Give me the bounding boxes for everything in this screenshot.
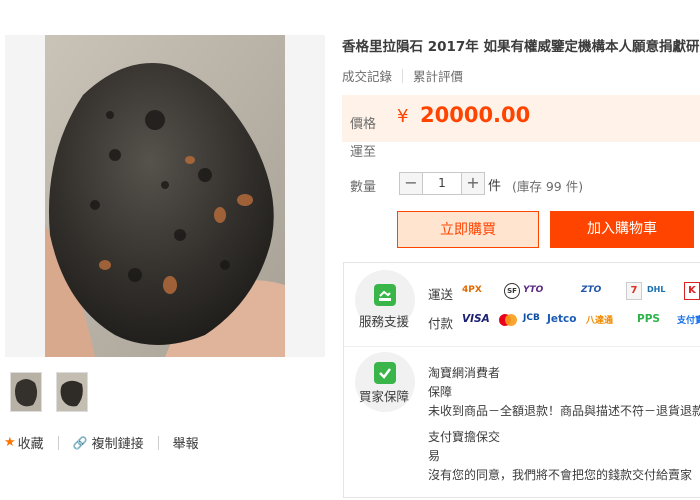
carrier-k-logo: K [684, 282, 700, 300]
service-support-label: 服務支援 [359, 314, 410, 329]
divider [402, 68, 404, 83]
jetco-logo: Jetco [547, 313, 577, 325]
report-link[interactable]: 舉報 [173, 433, 199, 452]
product-stats: 成交記錄 累計評價 [342, 66, 463, 85]
service-support-icon [374, 284, 396, 306]
carrier-zto-logo: ZTO [581, 285, 602, 295]
guarantee-text-2: 沒有您的同意，我們將不會把您的錢款交付給賣家 [428, 468, 693, 482]
thumbnail-2[interactable] [56, 372, 88, 412]
price-label: 價格 [350, 117, 377, 132]
octopus-logo: 八達通 [586, 316, 614, 326]
price-value: 20000.00 [420, 103, 531, 127]
buyer-protection-label: 買家保障 [359, 389, 410, 404]
quantity-stepper: − 1 + [399, 172, 485, 195]
visa-logo: VISA [462, 313, 490, 325]
link-icon: 🔗 [72, 435, 88, 450]
carrier-dhl-logo: DHL [647, 285, 666, 294]
thumbnail-1[interactable] [10, 372, 42, 412]
guarantee-text-1: 未收到商品－全額退款！商品與描述不符－退貨退款 [428, 404, 700, 418]
quantity-label: 數量 [350, 180, 377, 195]
mastercard-icon [497, 312, 519, 326]
guarantee-title-2b: 易 [428, 449, 441, 463]
favorite-link[interactable]: 收藏 [18, 433, 44, 452]
sales-record-link[interactable]: 成交記錄 [342, 66, 392, 85]
product-main-image[interactable] [5, 35, 325, 357]
decrease-button[interactable]: − [399, 172, 423, 195]
carrier-7eleven-logo: 7 [626, 282, 642, 300]
delivery-label: 運送 [428, 287, 454, 302]
stock-text: (庫存 99 件) [512, 179, 584, 194]
star-icon: ★ [4, 435, 16, 450]
copy-link[interactable]: 複制鏈接 [92, 433, 144, 452]
carrier-4px-logo: 4PX [462, 285, 482, 295]
add-to-cart-button[interactable]: 加入購物車 [550, 211, 694, 248]
item-actions: ★ 收藏 🔗 複制鏈接 舉報 [4, 433, 199, 452]
guarantee-title-2: 支付寶擔保交 [428, 430, 501, 444]
divider [343, 346, 700, 347]
jcb-logo: JCB [523, 313, 540, 323]
shield-check-icon [374, 362, 396, 384]
carrier-yto-logo: YTO [523, 285, 544, 295]
reviews-link[interactable]: 累計評價 [413, 66, 463, 85]
guarantee-title-1b: 保障 [428, 385, 453, 399]
divider [157, 435, 159, 450]
payment-label: 付款 [428, 316, 454, 331]
alipay-logo: 支付寶 [677, 316, 700, 326]
carrier-sf-logo: SF [504, 283, 520, 299]
shipping-label: 運至 [350, 145, 377, 160]
increase-button[interactable]: + [461, 172, 485, 195]
currency-symbol: ¥ [397, 106, 409, 127]
divider [57, 435, 59, 450]
quantity-unit: 件 [488, 179, 502, 194]
product-title: 香格里拉隕石 2017年 如果有權威鑒定機構本人願意捐獻研究 [342, 39, 700, 55]
quantity-input[interactable]: 1 [423, 172, 461, 195]
guarantee-title-1: 淘寶網消費者 [428, 366, 501, 380]
buy-now-button[interactable]: 立即購買 [397, 211, 539, 248]
pps-logo: PPS [637, 313, 660, 325]
